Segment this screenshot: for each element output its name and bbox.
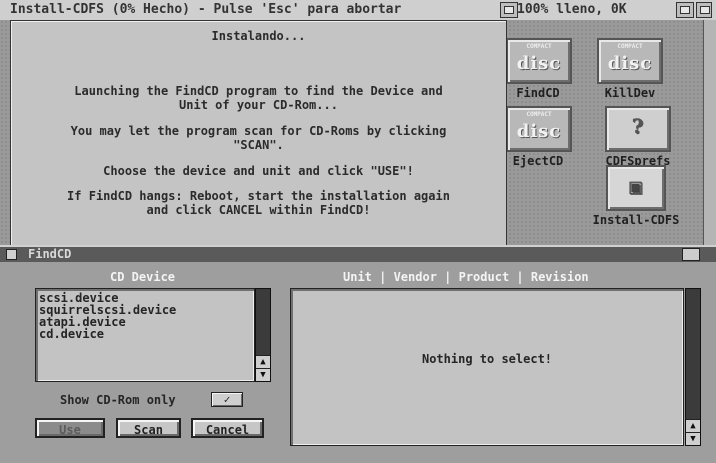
install-cdfs-desktop-icon[interactable]: ▣ Install-CDFS	[586, 165, 686, 227]
dialog-line: Launching the FindCD program to find the…	[74, 84, 443, 98]
list-item[interactable]: cd.device	[36, 328, 254, 340]
show-cdrom-only-checkbox[interactable]: ✓	[211, 392, 243, 407]
scroll-up-icon[interactable]: ▲	[256, 355, 270, 368]
screen-title: Install-CDFS (0% Hecho) - Pulse 'Esc' pa…	[10, 2, 402, 17]
icon-label: KillDev	[604, 86, 656, 100]
use-button[interactable]: Use	[35, 418, 105, 438]
scroll-down-icon[interactable]: ▼	[686, 432, 700, 445]
unit-list[interactable]: Nothing to select!	[290, 288, 684, 446]
desktop-scrollbar[interactable]	[703, 20, 716, 245]
device-list-scrollbar[interactable]: ▲ ▼	[255, 288, 271, 382]
cd-disc-icon: COMPACT disc	[597, 38, 663, 84]
screen-titlebar[interactable]: Install-CDFS (0% Hecho) - Pulse 'Esc' pa…	[0, 0, 716, 21]
scan-button[interactable]: Scan	[116, 418, 181, 438]
scroll-down-icon[interactable]: ▼	[256, 368, 270, 381]
dialog-line: You may let the program scan for CD-Roms…	[70, 124, 447, 138]
unit-list-scrollbar[interactable]: ▲ ▼	[685, 288, 701, 446]
cdfsprefs-desktop-icon[interactable]: ? CDFSprefs	[594, 106, 682, 168]
cancel-button[interactable]: Cancel	[191, 418, 264, 438]
cd-disc-icon: COMPACT disc	[506, 106, 572, 152]
depth-gadget-icon[interactable]	[500, 2, 518, 18]
show-cdrom-only-label: Show CD-Rom only	[60, 393, 176, 407]
cd-device-header: CD Device	[110, 270, 176, 284]
install-progress-dialog: Instalando... Launching the FindCD progr…	[10, 20, 507, 247]
ejectcd-desktop-icon[interactable]: COMPACT disc EjectCD	[506, 106, 572, 168]
dialog-heading: Instalando...	[211, 29, 306, 43]
dialog-line: Unit of your CD-Rom...	[179, 98, 338, 112]
zoom-gadget-icon[interactable]	[676, 2, 694, 18]
icon-label: EjectCD	[512, 154, 564, 168]
findcd-desktop-icon[interactable]: COMPACT disc FindCD	[506, 38, 572, 100]
icon-label: Install-CDFS	[592, 213, 680, 227]
findcd-window-title: FindCD	[28, 247, 72, 261]
dialog-line: "SCAN".	[233, 138, 284, 152]
cd-disc-icon: COMPACT disc	[506, 38, 572, 84]
dialog-line: and click CANCEL within FindCD!	[146, 203, 371, 217]
unit-columns-header: Unit | Vendor | Product | Revision	[343, 270, 589, 284]
scroll-up-icon[interactable]: ▲	[686, 419, 700, 432]
findcd-window-titlebar[interactable]: FindCD	[0, 245, 716, 262]
disk-status: 100% lleno, 0K	[517, 2, 627, 17]
installer-icon: ▣	[606, 165, 666, 211]
cd-device-list[interactable]: scsi.device squirrelscsi.device atapi.de…	[35, 288, 255, 382]
close-gadget-icon[interactable]	[6, 249, 17, 260]
dialog-line: If FindCD hangs: Reboot, start the insta…	[67, 189, 450, 203]
front-back-gadget-icon[interactable]	[696, 2, 712, 18]
depth-gadget-icon[interactable]	[682, 248, 700, 261]
icon-label: FindCD	[516, 86, 560, 100]
dialog-line: Choose the device and unit and click "US…	[103, 164, 414, 178]
killdev-desktop-icon[interactable]: COMPACT disc KillDev	[595, 38, 665, 100]
prefs-icon: ?	[605, 106, 671, 152]
empty-list-message: Nothing to select!	[421, 352, 553, 366]
